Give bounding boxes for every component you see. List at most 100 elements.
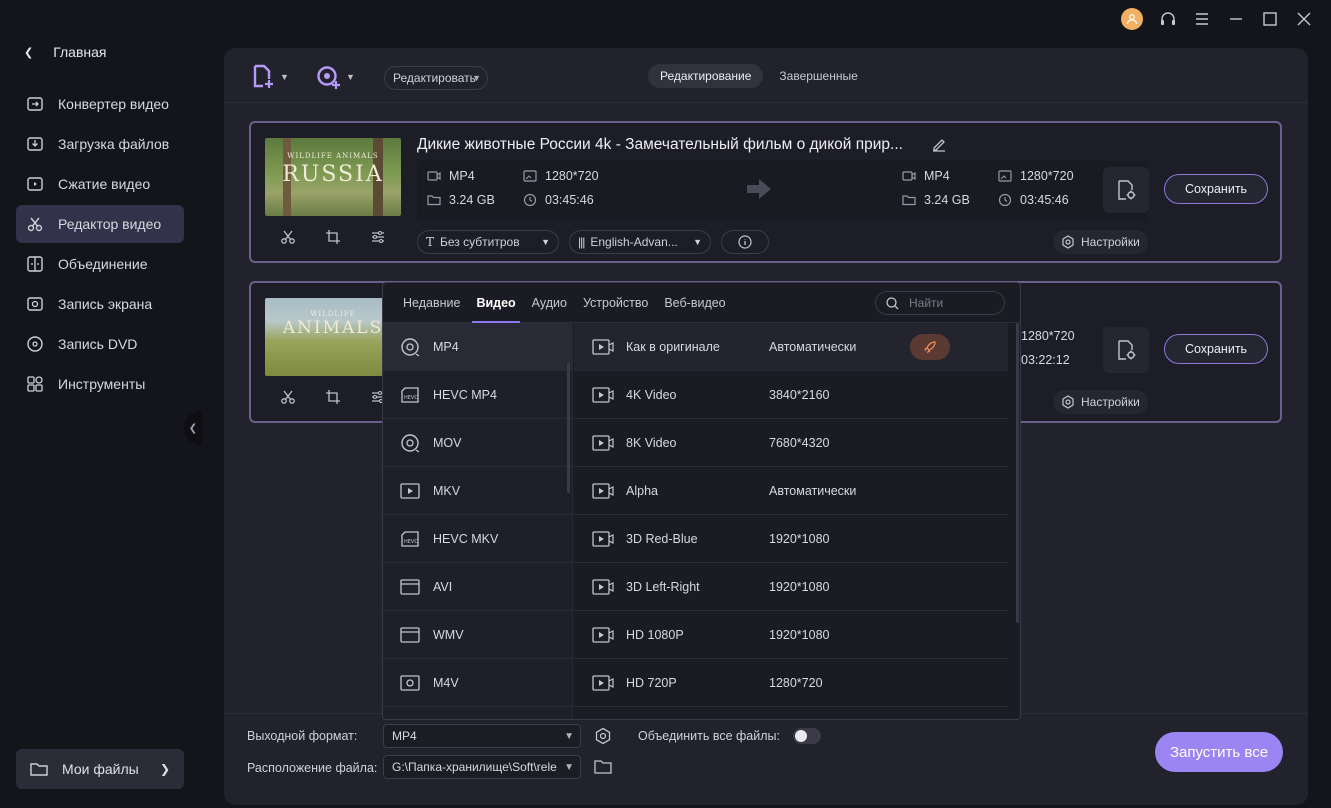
- format-item-wmv[interactable]: WMV: [383, 611, 573, 659]
- open-folder-icon[interactable]: [594, 759, 612, 775]
- preset-name: 3D Red-Blue: [626, 531, 698, 546]
- trim-button[interactable]: [265, 389, 310, 405]
- preset-resolution: 1920*1080: [769, 531, 830, 546]
- save-button[interactable]: Сохранить: [1164, 334, 1268, 364]
- settings-label: Настройки: [1081, 395, 1140, 409]
- format-search-input[interactable]: Найти: [875, 291, 1005, 315]
- video-thumbnail[interactable]: WILDLIFE ANIMALS RUSSIA: [265, 138, 401, 216]
- preset-item[interactable]: 3D Left-Right 1920*1080: [574, 563, 1008, 611]
- sidebar-item-label: Запись DVD: [58, 336, 138, 352]
- video-preset-icon: [592, 674, 614, 691]
- chevron-down-icon: ▼: [564, 730, 574, 742]
- sidebar-item-dvd[interactable]: Запись DVD: [16, 325, 184, 363]
- headset-icon[interactable]: [1159, 10, 1177, 28]
- add-screen-button[interactable]: ▼: [316, 64, 355, 90]
- tab-recent[interactable]: Недавние: [395, 283, 468, 323]
- tab-device[interactable]: Устройство: [575, 283, 656, 323]
- run-all-button[interactable]: Запустить все: [1155, 732, 1283, 772]
- preset-list-scrollbar[interactable]: [1016, 323, 1019, 623]
- sidebar-item-video-editor[interactable]: Редактор видео: [16, 205, 184, 243]
- settings-label: Настройки: [1081, 235, 1140, 249]
- chevron-down-icon: ▼: [560, 761, 574, 773]
- thumbnail-tools: [265, 229, 400, 245]
- mkv-icon: [400, 482, 420, 499]
- preset-item[interactable]: Alpha Автоматически: [574, 467, 1008, 515]
- sidebar-item-merge[interactable]: Объединение: [16, 245, 184, 283]
- minimize-icon[interactable]: [1227, 10, 1245, 28]
- trim-button[interactable]: [265, 229, 310, 245]
- file-location-select[interactable]: G:\Папка-хранилище\Soft\rele ▼: [383, 755, 581, 779]
- info-button[interactable]: [721, 230, 769, 254]
- format-item-hevc-mp4[interactable]: HEVC HEVC MP4: [383, 371, 573, 419]
- back-home-button[interactable]: ❮ Главная: [24, 40, 107, 64]
- output-format-label: Выходной формат:: [247, 729, 358, 743]
- sidebar-item-tools[interactable]: Инструменты: [16, 365, 184, 403]
- format-item-mov[interactable]: MOV: [383, 419, 573, 467]
- tab-finished[interactable]: Завершенные: [767, 64, 869, 88]
- scissors-icon: [280, 230, 295, 244]
- chevron-left-icon: ❮: [24, 46, 34, 59]
- preset-item[interactable]: 3D Red-Blue 1920*1080: [574, 515, 1008, 563]
- tab-video[interactable]: Видео: [468, 283, 523, 323]
- resolution-icon: [998, 170, 1012, 182]
- save-button[interactable]: Сохранить: [1164, 174, 1268, 204]
- edit-title-icon[interactable]: [931, 137, 947, 153]
- sidebar-item-label: Запись экрана: [58, 296, 153, 312]
- src-size: 3.24 GB: [427, 193, 495, 207]
- output-settings-button[interactable]: [1103, 327, 1149, 373]
- maximize-icon[interactable]: [1261, 10, 1279, 28]
- output-format-select[interactable]: MP4 ▼: [383, 724, 581, 748]
- clock-icon: [523, 193, 537, 207]
- search-placeholder: Найти: [909, 296, 944, 310]
- sidebar-item-download[interactable]: Загрузка файлов: [16, 125, 184, 163]
- rocket-icon[interactable]: [910, 333, 950, 360]
- output-format-value: MP4: [392, 729, 417, 743]
- subtitle-value: Без субтитров: [440, 235, 520, 249]
- output-settings-button[interactable]: [1103, 167, 1149, 213]
- hevc-icon: HEVC: [401, 386, 419, 403]
- format-item-hevc-mkv[interactable]: HEVC HEVC MKV: [383, 515, 573, 563]
- preset-item[interactable]: HD 1080P 1920*1080: [574, 611, 1008, 659]
- format-item-mp4[interactable]: MP4: [383, 323, 573, 371]
- audio-select[interactable]: ‍||| English-Advan... ▼: [569, 230, 711, 254]
- menu-icon[interactable]: [1193, 10, 1211, 28]
- video-thumbnail[interactable]: WILDLIFE ANIMALS: [265, 298, 401, 376]
- add-file-icon: [253, 64, 273, 88]
- format-list-scrollbar[interactable]: [567, 363, 570, 493]
- settings-button[interactable]: Настройки: [1053, 390, 1148, 414]
- avatar[interactable]: [1121, 8, 1143, 30]
- preset-item[interactable]: 4K Video 3840*2160: [574, 371, 1008, 419]
- thumbnail-tools: [265, 389, 400, 405]
- merge-files-toggle[interactable]: [793, 728, 821, 744]
- clock-icon: [998, 193, 1012, 207]
- crop-button[interactable]: [310, 389, 355, 405]
- settings-icon: [1062, 395, 1074, 409]
- preset-item[interactable]: HD 720P 1280*720: [574, 659, 1008, 707]
- format-item-avi[interactable]: AVI: [383, 563, 573, 611]
- converter-icon: [27, 97, 43, 111]
- sidebar-item-screen-record[interactable]: Запись экрана: [16, 285, 184, 323]
- subtitle-select[interactable]: T Без субтитров ▼: [417, 230, 559, 254]
- back-label: Главная: [53, 44, 107, 60]
- sidebar-item-converter[interactable]: Конвертер видео: [16, 85, 184, 123]
- tab-audio[interactable]: Аудио: [524, 283, 575, 323]
- preset-name: HD 720P: [626, 675, 677, 690]
- effects-button[interactable]: [355, 229, 400, 245]
- add-file-button[interactable]: ▼: [252, 64, 289, 90]
- tab-editing[interactable]: Редактирование: [648, 64, 764, 88]
- format-item-m4v[interactable]: M4V: [383, 659, 573, 707]
- format-label: MP4: [433, 339, 459, 354]
- preset-item[interactable]: Как в оригинале Автоматически: [574, 323, 1008, 371]
- format-item-mkv[interactable]: MKV: [383, 467, 573, 515]
- close-icon[interactable]: [1295, 10, 1313, 28]
- settings-button[interactable]: Настройки: [1053, 230, 1148, 254]
- sidebar-item-compress[interactable]: Сжатие видео: [16, 165, 184, 203]
- video-preset-icon: [592, 338, 614, 355]
- tab-web-video[interactable]: Веб-видео: [656, 283, 733, 323]
- preset-item[interactable]: 8K Video 7680*4320: [574, 419, 1008, 467]
- my-files-button[interactable]: Мои файлы ❯: [16, 749, 184, 789]
- crop-button[interactable]: [310, 229, 355, 245]
- edit-mode-select[interactable]: Редактировать ▼: [384, 66, 488, 90]
- format-settings-icon[interactable]: [594, 727, 612, 745]
- video-icon: [427, 171, 441, 181]
